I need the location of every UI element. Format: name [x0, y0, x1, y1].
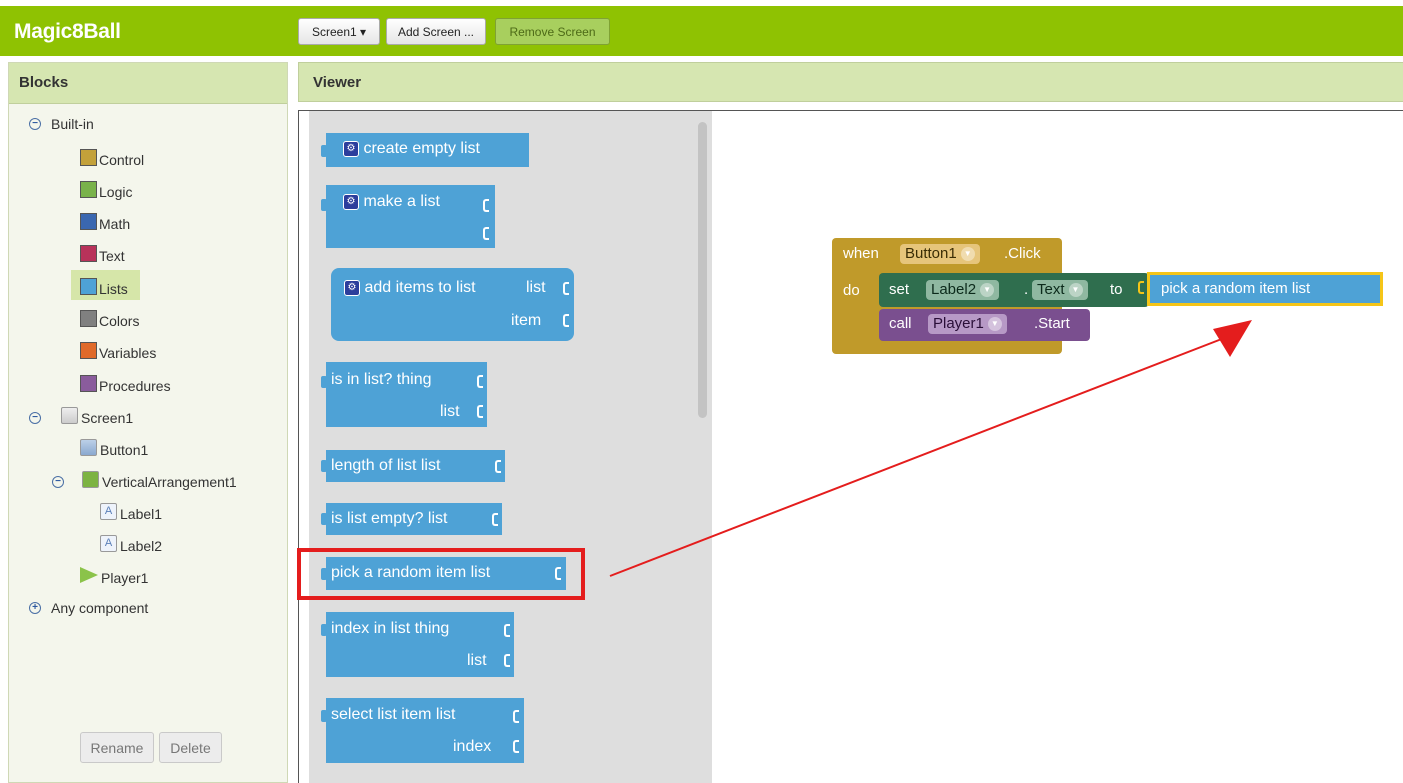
arrow-line: [609, 334, 1233, 577]
annotation-arrow: [609, 320, 1252, 577]
arrow-head-icon: [1213, 320, 1252, 357]
